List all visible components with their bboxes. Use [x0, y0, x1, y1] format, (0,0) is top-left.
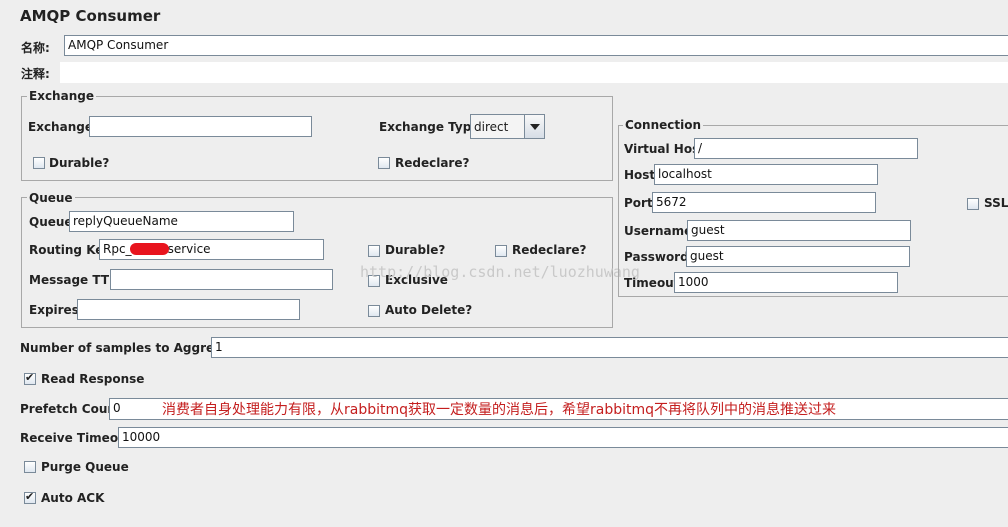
- queue-durable-label: Durable?: [385, 243, 446, 257]
- name-input[interactable]: AMQP Consumer: [64, 35, 1008, 56]
- username-label: Username: [624, 224, 693, 238]
- routing-key-suffix: service: [167, 242, 211, 256]
- page-title: AMQP Consumer: [20, 7, 161, 25]
- expires-input[interactable]: [77, 299, 300, 320]
- host-input[interactable]: localhost: [654, 164, 878, 185]
- receive-timeout-label: Receive Timeout: [20, 431, 133, 445]
- routing-key-prefix: Rpc_: [103, 242, 132, 256]
- username-input[interactable]: guest: [687, 220, 911, 241]
- port-label: Port: [624, 196, 653, 210]
- queue-redeclare-checkbox[interactable]: [495, 245, 507, 257]
- samples-input[interactable]: 1: [211, 337, 1008, 358]
- comment-input[interactable]: [60, 62, 1008, 83]
- queue-durable-checkbox[interactable]: [368, 245, 380, 257]
- read-response-label: Read Response: [41, 372, 145, 386]
- queue-label: Queue: [29, 215, 73, 229]
- exchange-legend: Exchange: [27, 89, 96, 103]
- queue-legend: Queue: [27, 191, 75, 205]
- message-ttl-label: Message TTL: [29, 273, 117, 287]
- exchange-durable-label: Durable?: [49, 156, 110, 170]
- ssl-checkbox[interactable]: [967, 198, 979, 210]
- exchange-type-select[interactable]: direct: [470, 114, 545, 139]
- exchange-redeclare-checkbox[interactable]: [378, 157, 390, 169]
- purge-queue-checkbox[interactable]: [24, 461, 36, 473]
- virtual-host-label: Virtual Host: [624, 142, 705, 156]
- host-label: Host: [624, 168, 656, 182]
- chevron-down-icon[interactable]: [524, 115, 544, 138]
- prefetch-value: 0: [113, 401, 121, 415]
- exchange-type-value: direct: [474, 120, 509, 134]
- expires-label: Expires: [29, 303, 79, 317]
- auto-ack-checkbox[interactable]: [24, 490, 36, 504]
- ssl-label: SSL: [984, 196, 1008, 210]
- exchange-durable-checkbox[interactable]: [33, 157, 45, 169]
- auto-ack-label: Auto ACK: [41, 491, 105, 505]
- password-input[interactable]: guest: [686, 246, 910, 267]
- name-label: 名称:: [21, 41, 50, 55]
- purge-queue-label: Purge Queue: [41, 460, 129, 474]
- exchange-label: Exchange: [28, 120, 93, 134]
- prefetch-label: Prefetch Count: [20, 402, 122, 416]
- exchange-input[interactable]: [89, 116, 312, 137]
- timeout-input[interactable]: 1000: [674, 272, 898, 293]
- prefetch-annotation: 消费者自身处理能力有限，从rabbitmq获取一定数量的消息后，希望rabbit…: [162, 402, 837, 418]
- connection-legend: Connection: [623, 118, 704, 132]
- virtual-host-input[interactable]: /: [694, 138, 918, 159]
- timeout-label: Timeout: [624, 276, 680, 290]
- exchange-type-label: Exchange Type: [379, 120, 480, 134]
- queue-redeclare-label: Redeclare?: [512, 243, 587, 257]
- password-label: Password: [624, 250, 689, 264]
- receive-timeout-input[interactable]: 10000: [118, 427, 1008, 448]
- exchange-redeclare-label: Redeclare?: [395, 156, 470, 170]
- auto-delete-checkbox[interactable]: [368, 305, 380, 317]
- message-ttl-input[interactable]: [110, 269, 333, 290]
- comment-label: 注释:: [21, 67, 50, 81]
- read-response-checkbox[interactable]: [24, 371, 36, 385]
- watermark: http://blog.csdn.net/luozhuwang: [360, 263, 640, 281]
- auto-delete-label: Auto Delete?: [385, 303, 473, 317]
- queue-input[interactable]: replyQueueName: [69, 211, 294, 232]
- redaction-mark: [130, 243, 169, 255]
- port-input[interactable]: 5672: [652, 192, 876, 213]
